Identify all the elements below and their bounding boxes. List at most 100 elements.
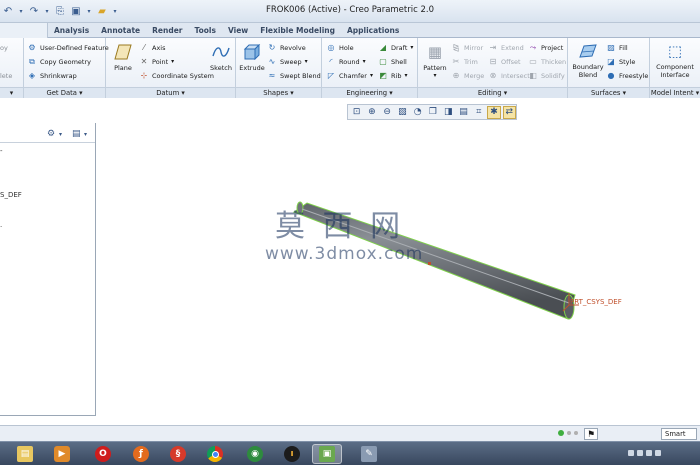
taskbar-creo[interactable]: ▣ <box>312 444 342 464</box>
tray-icon-2[interactable] <box>637 450 643 456</box>
trim-button[interactable]: ✂ Trim <box>451 55 478 68</box>
tree-columns-dropdown-icon[interactable]: ▾ <box>84 131 87 138</box>
freestyle-button[interactable]: ● Freestyle <box>606 69 649 82</box>
axis-icon: ⁄ <box>143 43 145 52</box>
taskbar-tool[interactable]: ✎ <box>354 444 384 464</box>
thicken-label: Thicken <box>541 57 567 66</box>
point-button[interactable]: ✕ Point ▾ <box>139 55 175 68</box>
group-label-surfaces[interactable]: Surfaces ▾ <box>568 87 649 98</box>
tree-settings-dropdown-icon[interactable]: ▾ <box>59 131 62 138</box>
coordinate-system-button[interactable]: ⊹ Coordinate System <box>139 69 214 82</box>
swept-blend-button[interactable]: ≈ Swept Blend <box>267 69 321 82</box>
tab-tools[interactable]: Tools <box>189 23 222 38</box>
model-view[interactable] <box>97 123 700 423</box>
rib-button[interactable]: ◩ Rib ▾ <box>378 69 407 82</box>
tree-settings-icon[interactable]: ⚙ <box>47 129 55 139</box>
copy-geometry-button[interactable]: ⧉ Copy Geometry <box>27 55 91 68</box>
display-style-icon[interactable]: ◨ <box>442 106 455 119</box>
tray-icon-1[interactable] <box>628 450 634 456</box>
extend-button[interactable]: ⇥ Extend <box>488 41 524 54</box>
group-label-get-data[interactable]: Get Data ▾ <box>24 87 105 98</box>
shrinkwrap-button[interactable]: ◈ Shrinkwrap <box>27 69 77 82</box>
draft-dropdown-icon[interactable]: ▾ <box>410 44 413 51</box>
tab-view[interactable]: View <box>222 23 254 38</box>
taskbar-chrome[interactable] <box>200 444 230 464</box>
group-label-editing[interactable]: Editing ▾ <box>418 87 567 98</box>
delete-partial[interactable]: lete <box>0 69 12 82</box>
point-dropdown-icon[interactable]: ▾ <box>171 58 174 65</box>
tree-item-mark-2[interactable]: · <box>0 223 2 231</box>
annotation-display-icon[interactable]: ⇄ <box>502 105 516 119</box>
chamfer-dropdown-icon[interactable]: ▾ <box>370 72 373 79</box>
taskbar-media-player[interactable]: ▶ <box>47 444 77 464</box>
intersect-button[interactable]: ⊗ Intersect <box>488 69 530 82</box>
pattern-button[interactable]: ▦ Pattern ▾ <box>421 42 449 79</box>
taskbar-firefox[interactable]: ƒ <box>126 444 156 464</box>
taskbar-winamp[interactable]: ı <box>277 444 307 464</box>
plane-button[interactable]: Plane <box>111 42 135 72</box>
sketch-button[interactable]: Sketch <box>208 42 234 72</box>
thicken-icon: ▭ <box>529 57 537 66</box>
group-label-engineering[interactable]: Engineering ▾ <box>322 87 417 98</box>
thicken-button[interactable]: ▭ Thicken <box>528 55 566 68</box>
offset-button[interactable]: ⊟ Offset <box>488 55 521 68</box>
hole-button[interactable]: ◎ Hole <box>326 41 354 54</box>
tray-icon-4[interactable] <box>655 450 661 456</box>
solidify-button[interactable]: ◧ Solidify <box>528 69 564 82</box>
taskbar-app[interactable]: § <box>163 444 193 464</box>
copy-partial[interactable]: oy <box>0 41 8 54</box>
tab-model[interactable] <box>0 23 48 38</box>
taskbar-opera[interactable]: O <box>88 444 118 464</box>
rib-dropdown-icon[interactable]: ▾ <box>404 72 407 79</box>
repaint-icon[interactable]: ▧ <box>396 106 409 119</box>
status-dot-green <box>558 430 564 436</box>
intersect-label: Intersect <box>501 71 530 80</box>
sweep-button[interactable]: ∿ Sweep ▾ <box>267 55 308 68</box>
revolve-button[interactable]: ↻ Revolve <box>267 41 306 54</box>
sweep-dropdown-icon[interactable]: ▾ <box>305 58 308 65</box>
chamfer-button[interactable]: ◸ Chamfer ▾ <box>326 69 373 82</box>
selection-filter-dropdown[interactable]: Smart <box>661 428 697 440</box>
style-button[interactable]: ◪ Style <box>606 55 635 68</box>
status-bar: ⚑ Smart <box>0 425 700 441</box>
extrude-button[interactable]: Extrude <box>239 42 265 72</box>
taskbar-globe[interactable]: ◉ <box>240 444 270 464</box>
tab-flexible-modeling[interactable]: Flexible Modeling <box>254 23 341 38</box>
axis-button[interactable]: ⁄ Axis <box>139 41 165 54</box>
zoom-in-icon[interactable]: ⊕ <box>365 106 378 119</box>
selection-filter-icon[interactable]: ⚑ <box>584 428 598 440</box>
refit-icon[interactable]: ⊡ <box>350 106 363 119</box>
pattern-dropdown-icon[interactable]: ▾ <box>433 72 436 79</box>
mirror-button[interactable]: ⧎ Mirror <box>451 41 484 54</box>
tab-annotate[interactable]: Annotate <box>95 23 146 38</box>
fill-button[interactable]: ▨ Fill <box>606 41 627 54</box>
tab-analysis[interactable]: Analysis <box>48 23 95 38</box>
spin-center-icon[interactable]: ✱ <box>487 105 501 119</box>
tray-icon-3[interactable] <box>646 450 652 456</box>
graphics-window[interactable]: PRT_CSYS_DEF 莫 西 网 www.3dmox.com <box>97 123 700 423</box>
round-button[interactable]: ◜ Round ▾ <box>326 55 366 68</box>
user-defined-feature-button[interactable]: ⚙ User-Defined Feature <box>27 41 108 54</box>
component-interface-button[interactable]: ⬚ Component Interface <box>653 41 697 79</box>
round-dropdown-icon[interactable]: ▾ <box>363 58 366 65</box>
reorient-icon[interactable]: ◔ <box>411 106 424 119</box>
tree-item-csys[interactable]: S_DEF <box>0 191 22 199</box>
zoom-out-icon[interactable]: ⊖ <box>381 106 394 119</box>
view-manager-icon[interactable]: ▤ <box>457 106 470 119</box>
boundary-blend-button[interactable]: Boundary Blend <box>571 41 605 79</box>
shell-button[interactable]: ▢ Shell <box>378 55 407 68</box>
tree-item-mark[interactable]: - <box>0 147 3 155</box>
group-label-datum[interactable]: Datum ▾ <box>106 87 235 98</box>
group-label-model-intent[interactable]: Model Intent ▾ <box>650 87 700 98</box>
merge-button[interactable]: ⊕ Merge <box>451 69 485 82</box>
csys-label[interactable]: PRT_CSYS_DEF <box>570 298 622 306</box>
datum-display-icon[interactable]: ⌗ <box>472 106 485 119</box>
draft-button[interactable]: ◢ Draft ▾ <box>378 41 413 54</box>
group-label-shapes[interactable]: Shapes ▾ <box>236 87 321 98</box>
saved-views-icon[interactable]: ❐ <box>426 106 439 119</box>
tree-columns-icon[interactable]: ▤ <box>72 129 81 139</box>
project-button[interactable]: ⤳ Project <box>528 41 563 54</box>
tab-applications[interactable]: Applications <box>341 23 405 38</box>
taskbar-explorer[interactable]: ▤ <box>10 444 40 464</box>
tab-render[interactable]: Render <box>146 23 188 38</box>
